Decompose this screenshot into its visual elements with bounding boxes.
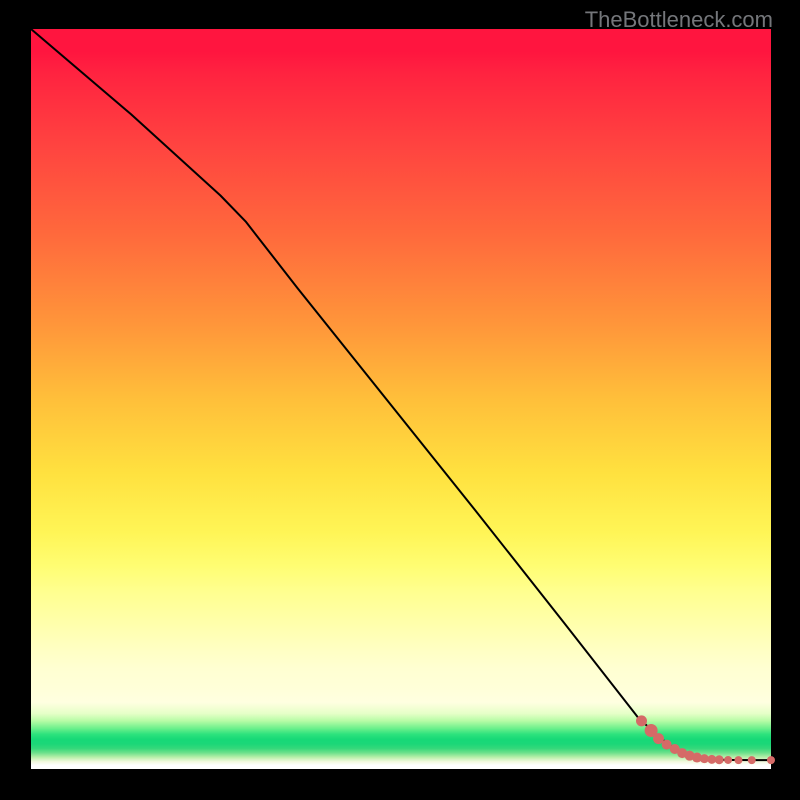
data-marker: [734, 756, 742, 764]
watermark-text: TheBottleneck.com: [585, 7, 773, 33]
chart-overlay: [31, 29, 771, 769]
main-curve: [31, 29, 771, 760]
marker-group: [636, 715, 775, 764]
data-marker: [636, 715, 647, 726]
chart-stage: TheBottleneck.com: [0, 0, 800, 800]
data-marker: [767, 756, 775, 764]
data-marker: [715, 755, 724, 764]
data-marker: [724, 756, 732, 764]
data-marker: [748, 756, 756, 764]
